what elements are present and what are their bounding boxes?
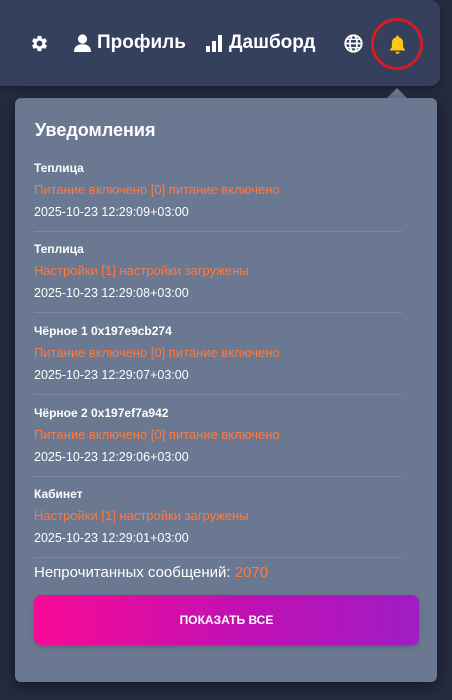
notification-message: Питание включено [0] питание включено xyxy=(34,345,280,360)
notification-message: Настройки [1] настройки загружены xyxy=(34,508,249,523)
nav-profile-link[interactable]: Профиль xyxy=(74,28,186,58)
notification-item[interactable]: Чёрное 1 0x197e9cb274 Питание включено [… xyxy=(34,324,402,395)
bell-highlight-circle xyxy=(371,18,423,70)
language-button[interactable] xyxy=(344,28,363,58)
notification-source: Теплица xyxy=(34,161,84,175)
notifications-button[interactable] xyxy=(371,18,423,70)
notification-item[interactable]: Чёрное 2 0x197ef7a942 Питание включено [… xyxy=(34,406,402,477)
show-all-button[interactable]: ПОКАЗАТЬ ВСЕ xyxy=(34,595,419,645)
nav-profile-label: Профиль xyxy=(97,32,186,53)
gear-icon xyxy=(32,35,47,51)
top-navbar: Профиль Дашборд xyxy=(0,0,440,86)
globe-icon xyxy=(344,33,363,53)
notification-timestamp: 2025-10-23 12:29:09+03:00 xyxy=(34,205,189,219)
notification-source: Чёрное 2 0x197ef7a942 xyxy=(34,406,169,420)
settings-button[interactable] xyxy=(30,28,49,58)
notification-item[interactable]: Теплица Питание включено [0] питание вкл… xyxy=(34,161,402,232)
notification-timestamp: 2025-10-23 12:29:01+03:00 xyxy=(34,531,189,545)
notification-source: Теплица xyxy=(34,242,84,256)
notification-timestamp: 2025-10-23 12:29:08+03:00 xyxy=(34,286,189,300)
dropdown-caret xyxy=(387,88,407,98)
unread-count: 2070 xyxy=(234,564,269,581)
nav-dashboard-label: Дашборд xyxy=(229,32,316,53)
bar-chart-icon xyxy=(206,34,222,52)
page: Профиль Дашборд Уведомления Теплица Пита… xyxy=(0,0,452,700)
notification-message: Питание включено [0] питание включено xyxy=(34,427,280,442)
user-icon xyxy=(74,34,91,52)
notification-source: Чёрное 1 0x197e9cb274 xyxy=(34,324,172,338)
unread-label: Непрочитанных сообщений: xyxy=(34,564,231,581)
notification-timestamp: 2025-10-23 12:29:06+03:00 xyxy=(34,450,189,464)
notification-timestamp: 2025-10-23 12:29:07+03:00 xyxy=(34,368,189,382)
nav-dashboard-link[interactable]: Дашборд xyxy=(206,28,315,58)
notification-message: Питание включено [0] питание включено xyxy=(34,182,280,197)
notifications-dropdown: Уведомления Теплица Питание включено [0]… xyxy=(15,98,437,682)
notification-message: Настройки [1] настройки загружены xyxy=(34,263,249,278)
unread-summary: Непрочитанных сообщений: 2070 xyxy=(34,564,268,581)
notifications-title: Уведомления xyxy=(35,120,156,140)
notification-item[interactable]: Теплица Настройки [1] настройки загружен… xyxy=(34,242,402,313)
notification-item[interactable]: Кабинет Настройки [1] настройки загружен… xyxy=(34,487,402,558)
notification-source: Кабинет xyxy=(34,487,83,501)
